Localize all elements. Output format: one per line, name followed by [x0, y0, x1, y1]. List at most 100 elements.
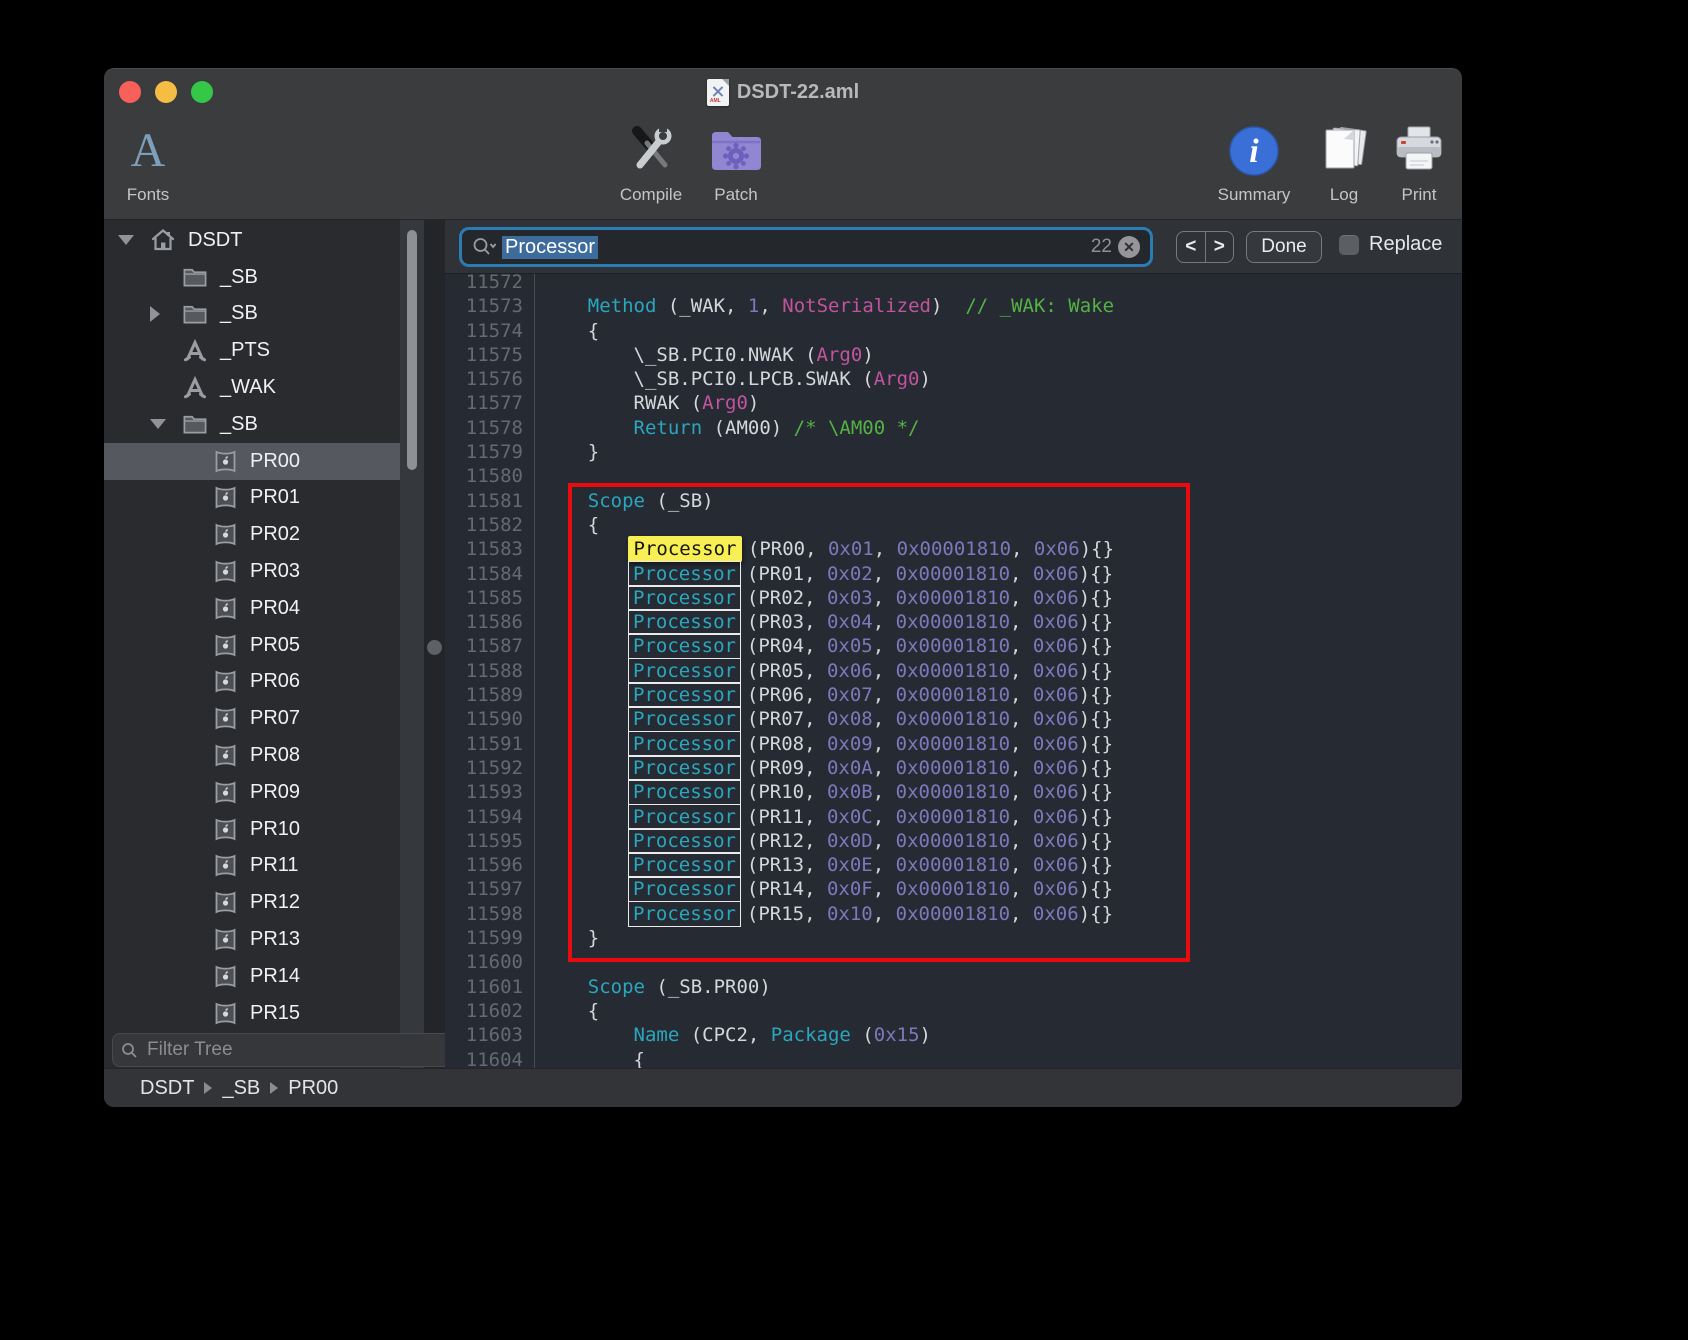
find-next-button[interactable]: >	[1205, 232, 1234, 262]
sidebar-item-pr14[interactable]: PR14	[104, 958, 400, 995]
sidebar-item-pr15[interactable]: PR15	[104, 995, 400, 1032]
clear-search-icon[interactable]: ✕	[1118, 236, 1140, 258]
sidebar-item-pr00[interactable]: PR00	[104, 443, 400, 480]
toolbar-button-fonts[interactable]: AFonts	[104, 119, 213, 205]
line-number: 11590	[445, 707, 534, 731]
tree-item-label: _SB	[220, 266, 258, 289]
toolbar-label: Print	[1402, 185, 1437, 205]
code-line: 11593 Processor (PR10, 0x0B, 0x00001810,…	[445, 780, 1462, 804]
find-match-outline: Processor	[628, 804, 741, 830]
sidebar-item-dsdt[interactable]: DSDT	[104, 222, 400, 259]
sidebar: DSDT_SB_SB_PTS_WAK_SBPR00PR01PR02PR03PR0…	[104, 220, 400, 1069]
scope-icon	[212, 816, 238, 842]
code-text: \_SB.PCI0.NWAK (Arg0)	[534, 343, 874, 367]
sidebar-item-_wak[interactable]: _WAK	[104, 369, 400, 406]
sidebar-item-pr11[interactable]: PR11	[104, 848, 400, 885]
code-line: 11575 \_SB.PCI0.NWAK (Arg0)	[445, 343, 1462, 367]
disclosure-down-icon[interactable]	[118, 235, 134, 245]
disclosure-down-icon[interactable]	[150, 419, 166, 429]
code-text: {	[534, 999, 599, 1023]
code-text: Return (AM00) /* \AM00 */	[534, 416, 920, 440]
sidebar-scrollbar-thumb[interactable]	[407, 230, 417, 470]
sidebar-item-pr01[interactable]: PR01	[104, 480, 400, 517]
sidebar-scrollbar-track[interactable]	[400, 220, 424, 1069]
line-number: 11587	[445, 634, 534, 658]
find-match-outline: Processor	[628, 755, 741, 781]
code-text: Processor (PR12, 0x0D, 0x00001810, 0x06)…	[534, 829, 1113, 853]
code-text	[534, 950, 542, 974]
code-text	[534, 274, 542, 294]
folder-icon	[182, 301, 208, 327]
compile-icon	[625, 119, 677, 183]
pane-divider[interactable]	[424, 220, 445, 1069]
house-icon	[150, 227, 176, 253]
scope-icon	[212, 559, 238, 585]
sidebar-item-pr08[interactable]: PR08	[104, 737, 400, 774]
match-count: 22	[1091, 236, 1112, 258]
tree-item-label: PR05	[250, 634, 300, 657]
sidebar-item-_pts[interactable]: _PTS	[104, 332, 400, 369]
code-text: Processor (PR07, 0x08, 0x00001810, 0x06)…	[534, 707, 1113, 731]
search-text[interactable]: Processor	[502, 236, 1085, 259]
find-bar: Processor 22 ✕ < > Done Replace	[445, 220, 1462, 274]
done-button[interactable]: Done	[1246, 231, 1322, 263]
sidebar-item-pr10[interactable]: PR10	[104, 811, 400, 848]
replace-checkbox[interactable]	[1339, 235, 1359, 255]
sidebar-item-pr06[interactable]: PR06	[104, 664, 400, 701]
titlebar[interactable]: AML DSDT-22.aml	[104, 69, 1462, 113]
tree-item-label: PR15	[250, 1002, 300, 1025]
sidebar-item-pr12[interactable]: PR12	[104, 884, 400, 921]
sidebar-item-_sb[interactable]: _SB	[104, 406, 400, 443]
divider-drag-handle[interactable]	[427, 640, 442, 655]
scope-icon	[212, 632, 238, 658]
code-line: 11573 Method (_WAK, 1, NotSerialized) //…	[445, 294, 1462, 318]
code-line: 11587 Processor (PR04, 0x05, 0x00001810,…	[445, 634, 1462, 658]
code-line: 11586 Processor (PR03, 0x04, 0x00001810,…	[445, 610, 1462, 634]
tree-item-label: PR13	[250, 928, 300, 951]
filter-tree-field[interactable]	[112, 1033, 454, 1067]
sidebar-item-_sb[interactable]: _SB	[104, 296, 400, 333]
sidebar-item-pr09[interactable]: PR09	[104, 774, 400, 811]
sidebar-item-pr13[interactable]: PR13	[104, 921, 400, 958]
scope-icon	[212, 522, 238, 548]
breadcrumb: DSDT _SB PR00	[104, 1068, 1462, 1107]
find-match-outline: Processor	[628, 779, 741, 805]
disclosure-right-icon[interactable]	[150, 306, 160, 322]
svg-text:i: i	[1249, 133, 1259, 170]
filter-tree-input[interactable]	[145, 1038, 445, 1062]
find-previous-button[interactable]: <	[1177, 232, 1205, 262]
scope-icon	[212, 963, 238, 989]
patch-icon	[709, 119, 763, 183]
code-line: 11578 Return (AM00) /* \AM00 */	[445, 416, 1462, 440]
code-view[interactable]: 1157211573 Method (_WAK, 1, NotSerialize…	[445, 274, 1462, 1069]
line-number: 11601	[445, 975, 534, 999]
line-number: 11574	[445, 319, 534, 343]
find-match-outline: Processor	[628, 731, 741, 757]
tree-item-label: PR04	[250, 597, 300, 620]
line-number: 11577	[445, 391, 534, 415]
sidebar-item-pr07[interactable]: PR07	[104, 700, 400, 737]
sidebar-item-_sb[interactable]: _SB	[104, 259, 400, 296]
sidebar-item-pr05[interactable]: PR05	[104, 627, 400, 664]
breadcrumb-item[interactable]: PR00	[288, 1077, 338, 1100]
code-line: 11572	[445, 274, 1462, 294]
breadcrumb-item[interactable]: _SB	[222, 1077, 260, 1100]
line-number: 11600	[445, 950, 534, 974]
line-number: 11573	[445, 294, 534, 318]
line-number: 11593	[445, 780, 534, 804]
code-text: Processor (PR09, 0x0A, 0x00001810, 0x06)…	[534, 756, 1113, 780]
toolbar-button-print[interactable]: Print	[1354, 119, 1462, 205]
sidebar-item-pr02[interactable]: PR02	[104, 516, 400, 553]
breadcrumb-item[interactable]: DSDT	[140, 1077, 194, 1100]
code-text: RWAK (Arg0)	[534, 391, 759, 415]
search-input[interactable]: Processor 22 ✕	[459, 227, 1153, 267]
sidebar-item-pr03[interactable]: PR03	[104, 553, 400, 590]
code-line: 11590 Processor (PR07, 0x08, 0x00001810,…	[445, 707, 1462, 731]
toolbar-label: Patch	[714, 185, 757, 205]
search-magnifier-icon[interactable]	[472, 237, 496, 257]
code-text: }	[534, 926, 599, 950]
tree-item-label: _SB	[220, 413, 258, 436]
code-line: 11581 Scope (_SB)	[445, 489, 1462, 513]
toolbar-button-patch[interactable]: Patch	[671, 119, 801, 205]
sidebar-item-pr04[interactable]: PR04	[104, 590, 400, 627]
